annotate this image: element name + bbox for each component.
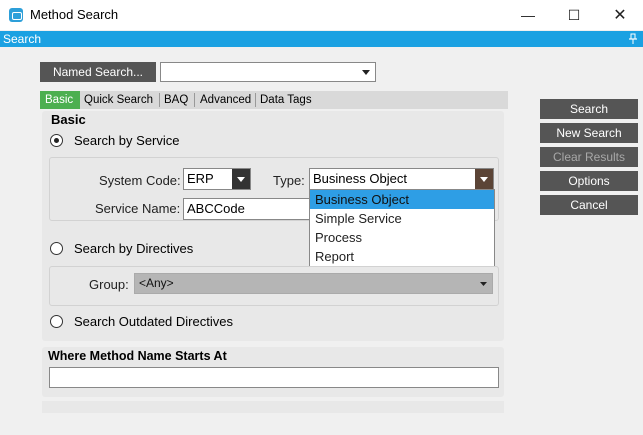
search-header-label: Search [3,32,42,46]
panel-footer [42,401,504,413]
window-title: Method Search [30,7,119,22]
tab-separator [194,93,195,107]
search-by-service-radio[interactable] [50,134,63,147]
tab-data-tags[interactable]: Data Tags [256,91,316,109]
chevron-down-icon[interactable] [357,63,375,81]
search-by-directives-radio[interactable] [50,242,63,255]
basic-heading: Basic [51,112,86,127]
method-name-input[interactable] [49,367,499,388]
pin-icon[interactable] [628,33,638,45]
type-combo[interactable]: Business Object [309,168,494,190]
search-button[interactable]: Search [540,99,638,119]
minimize-button[interactable]: — [505,0,551,30]
type-option[interactable]: Business Object [310,190,494,209]
cancel-button[interactable]: Cancel [540,195,638,215]
search-outdated-radio[interactable] [50,315,63,328]
maximize-button[interactable]: ☐ [551,0,597,30]
type-option[interactable]: Simple Service [310,209,494,228]
chevron-down-icon[interactable] [232,169,250,189]
group-label: Group: [89,277,129,292]
chevron-down-icon[interactable] [475,169,493,189]
tab-quick-search[interactable]: Quick Search [80,91,157,109]
type-option[interactable]: Process [310,228,494,247]
search-outdated-label: Search Outdated Directives [74,314,233,329]
named-search-button[interactable]: Named Search... [40,62,156,82]
close-button[interactable]: ✕ [597,0,643,30]
named-search-combo[interactable] [160,62,376,82]
group-combo[interactable]: <Any> [134,273,493,294]
app-icon [9,8,23,22]
clear-results-button[interactable]: Clear Results [540,147,638,167]
tab-baq[interactable]: BAQ [160,91,192,109]
chevron-down-icon[interactable] [475,275,491,292]
service-name-input[interactable]: ABCCode [183,198,311,220]
search-by-directives-label: Search by Directives [74,241,194,256]
system-code-label: System Code: [99,173,181,188]
new-search-button[interactable]: New Search [540,123,638,143]
type-option[interactable]: Report [310,247,494,266]
tab-advanced[interactable]: Advanced [196,91,255,109]
search-header-strip [0,31,643,47]
tab-basic[interactable]: Basic [40,91,80,109]
where-method-heading: Where Method Name Starts At [48,349,227,363]
search-by-service-label: Search by Service [74,133,180,148]
type-label: Type: [273,173,305,188]
options-button[interactable]: Options [540,171,638,191]
service-name-label: Service Name: [95,201,181,216]
